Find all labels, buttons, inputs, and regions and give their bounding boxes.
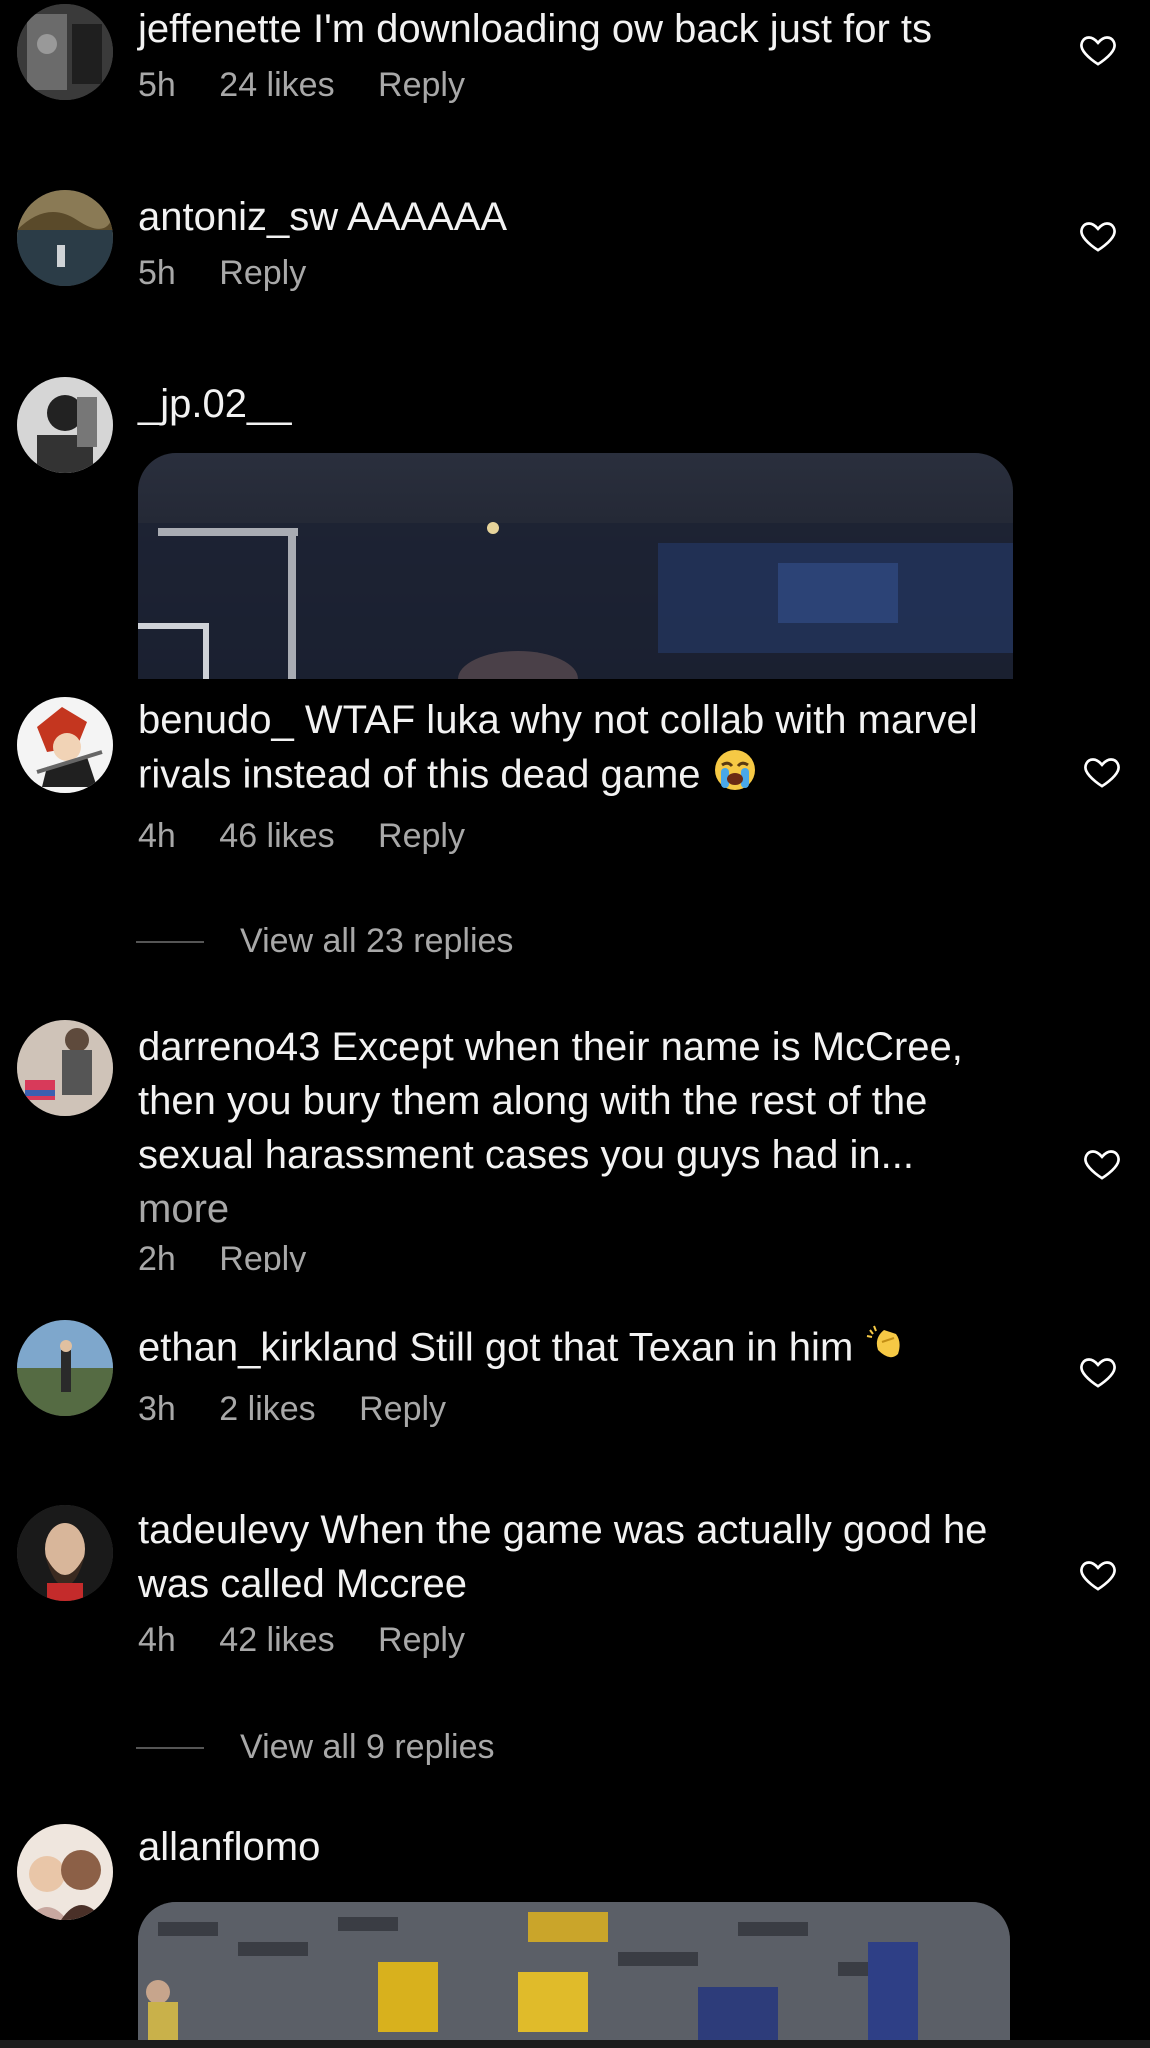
comment-meta: 4h 42 likes Reply [138,1621,1030,1660]
comment-media-image[interactable] [138,1902,1010,2042]
comment-meta: 5h 24 likes Reply [138,66,1030,105]
bottom-edge-bar [0,2040,1150,2048]
username[interactable]: antoniz_sw [138,195,338,239]
like-count[interactable]: 24 likes [219,66,334,104]
comment-text: benudo_ WTAF luka why not collab with ma… [138,693,1040,807]
comment-body-line-3: sexual harassment cases you guys had in.… [138,1133,914,1177]
comment-media-image[interactable] [138,453,1013,679]
timestamp: 4h [138,817,176,855]
reply-thread-line [136,1746,204,1749]
avatar[interactable] [17,377,113,473]
heart-outline-icon[interactable] [1082,752,1122,792]
comment-body: I'm downloading ow back just for ts [312,7,933,51]
heart-outline-icon[interactable] [1078,1352,1118,1392]
reply-button[interactable]: Reply [378,66,465,104]
comment-body-line-1: Except when their name is McCree, [331,1025,963,1069]
view-replies-button[interactable]: View all 9 replies [136,1728,495,1767]
reply-button[interactable]: Reply [378,1621,465,1659]
comment-body: Still got that Texan in him [409,1325,854,1370]
comment-text: _jp.02__ [138,377,1030,431]
comment-text: tadeulevy When the game was actually goo… [138,1503,1030,1611]
avatar[interactable] [17,1505,113,1601]
timestamp: 2h [138,1240,176,1272]
reply-button[interactable]: Reply [219,254,306,292]
comment-text: antoniz_sw AAAAAA [138,190,1030,244]
like-count[interactable]: 42 likes [219,1621,334,1659]
heart-outline-icon[interactable] [1078,30,1118,70]
clapping-hands-icon [864,1320,910,1380]
avatar[interactable] [17,190,113,286]
heart-outline-icon[interactable] [1078,216,1118,256]
timestamp: 3h [138,1390,176,1428]
comment-meta: 5h Reply [138,254,1030,293]
comment-body-line-2: was called Mccree [138,1562,468,1606]
avatar[interactable] [17,697,113,793]
username[interactable]: ethan_kirkland [138,1326,398,1370]
timestamp: 5h [138,254,176,292]
username[interactable]: _jp.02__ [138,382,291,426]
username[interactable]: jeffenette [138,7,302,51]
comment-text: ethan_kirkland Still got that Texan in h… [138,1320,1030,1380]
view-replies-label[interactable]: View all 23 replies [240,922,513,961]
username[interactable]: darreno43 [138,1025,320,1069]
reply-thread-line [136,940,204,943]
like-count[interactable]: 46 likes [219,817,334,855]
comment-body: AAAAAA [347,195,508,239]
comment-meta: 3h 2 likes Reply [138,1390,1030,1429]
comment-text: allanflomo [138,1820,1030,1874]
reply-button[interactable]: Reply [359,1390,446,1428]
avatar[interactable] [17,1020,113,1116]
heart-outline-icon[interactable] [1078,1555,1118,1595]
reply-button[interactable]: Reply [219,1240,306,1272]
comment-text: darreno43 Except when their name is McCr… [138,1020,1040,1236]
comment-meta: 4h 46 likes Reply [138,817,1040,856]
username[interactable]: benudo_ [138,698,294,742]
comment-body-line-1: WTAF luka why not collab with marvel [304,698,978,742]
username[interactable]: tadeulevy [138,1508,309,1552]
comment-meta: 2h Reply [138,1240,1040,1272]
avatar[interactable] [17,1824,113,1920]
more-link[interactable]: more [138,1187,229,1231]
view-replies-label[interactable]: View all 9 replies [240,1728,495,1767]
timestamp: 5h [138,66,176,104]
comment-body-line-2: rivals instead of this dead game [138,752,701,797]
like-count[interactable]: 2 likes [219,1390,315,1428]
comment-text: jeffenette I'm downloading ow back just … [138,2,1030,56]
timestamp: 4h [138,1621,176,1659]
avatar[interactable] [17,1320,113,1416]
loudly-crying-face-icon [712,747,758,807]
username[interactable]: allanflomo [138,1825,320,1869]
comment-body-line-2: then you bury them along with the rest o… [138,1079,928,1123]
comment-body-line-1: When the game was actually good he [320,1508,988,1552]
reply-button[interactable]: Reply [378,817,465,855]
view-replies-button[interactable]: View all 23 replies [136,922,513,961]
heart-outline-icon[interactable] [1082,1144,1122,1184]
avatar[interactable] [17,4,113,100]
